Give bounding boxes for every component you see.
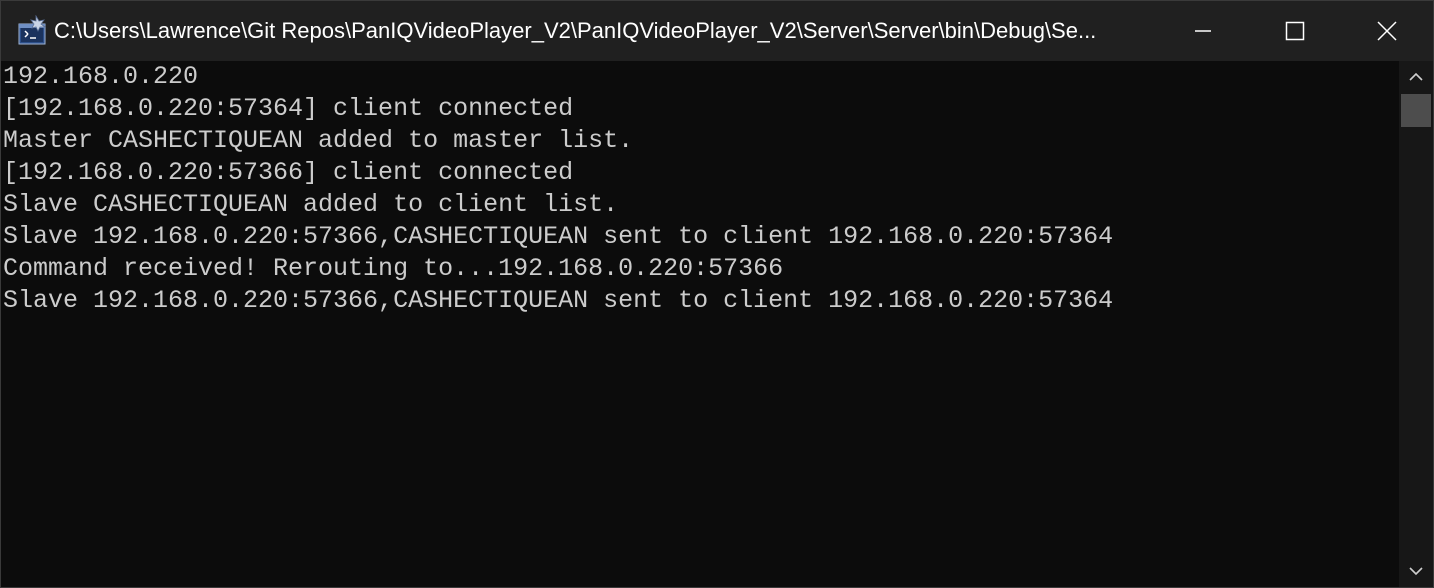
maximize-button[interactable] [1249, 1, 1341, 61]
close-button[interactable] [1341, 1, 1433, 61]
scrollbar-thumb[interactable] [1401, 94, 1431, 127]
minimize-icon [1195, 30, 1211, 32]
console-line: [192.168.0.220:57366] client connected [3, 158, 574, 187]
console-line: Command received! Rerouting to...192.168… [3, 254, 784, 283]
minimize-button[interactable] [1157, 1, 1249, 61]
console-line: Slave 192.168.0.220:57366,CASHECTIQUEAN … [3, 222, 1114, 251]
window-title: C:\Users\Lawrence\Git Repos\PanIQVideoPl… [54, 18, 1097, 43]
maximize-icon [1285, 21, 1305, 41]
console-line: Master CASHECTIQUEAN added to master lis… [3, 126, 634, 155]
chevron-down-icon [1409, 567, 1423, 576]
console-line: Slave 192.168.0.220:57366,CASHECTIQUEAN … [3, 286, 1114, 315]
close-icon [1377, 21, 1397, 41]
title-bar[interactable]: C:\Users\Lawrence\Git Repos\PanIQVideoPl… [1, 1, 1433, 61]
console-line: [192.168.0.220:57364] client connected [3, 94, 574, 123]
console-app-icon[interactable] [16, 14, 48, 47]
console-line: 192.168.0.220 [3, 62, 199, 91]
chevron-up-icon [1409, 72, 1423, 81]
vertical-scrollbar[interactable] [1399, 61, 1433, 587]
console-line: Slave CASHECTIQUEAN added to client list… [3, 190, 619, 219]
console-window: C:\Users\Lawrence\Git Repos\PanIQVideoPl… [0, 0, 1434, 588]
scroll-up-button[interactable] [1399, 61, 1433, 93]
scroll-down-button[interactable] [1399, 555, 1433, 587]
console-output[interactable]: 192.168.0.220 [192.168.0.220:57364] clie… [1, 61, 1399, 587]
